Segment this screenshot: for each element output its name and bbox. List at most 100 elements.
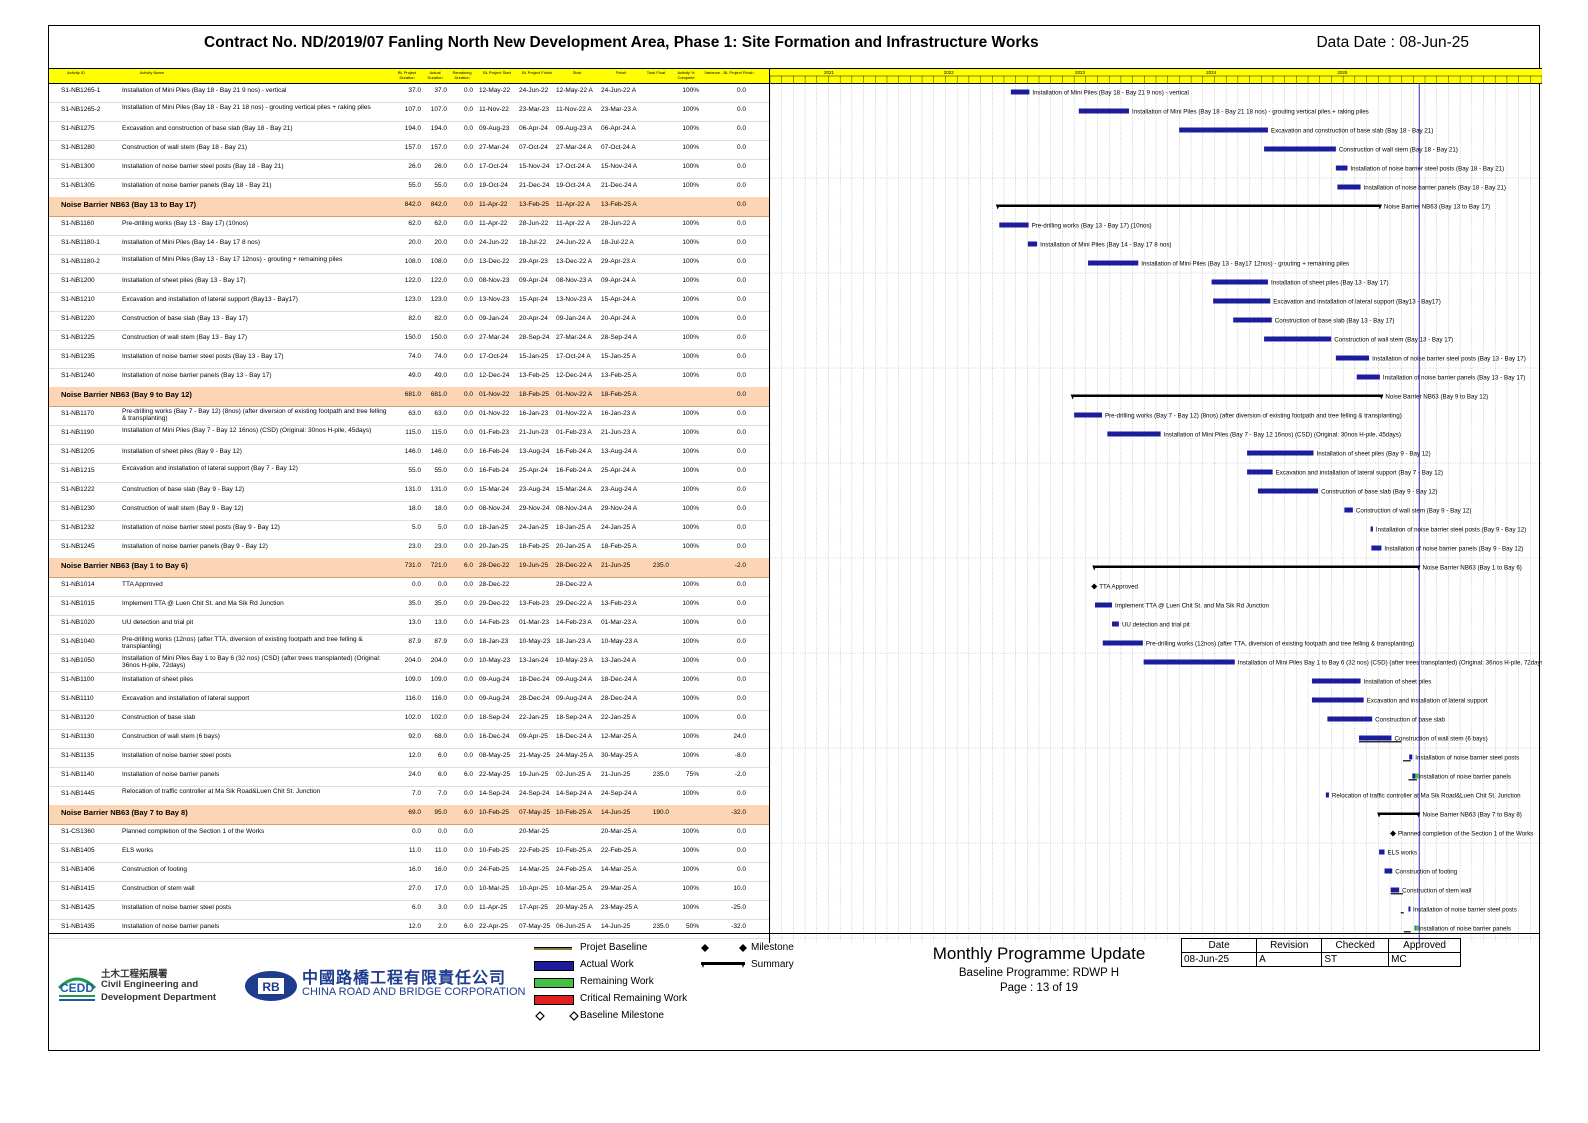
rev-revision: A [1256,952,1323,967]
cell-id: S1-NB1050 [61,657,95,664]
cell-id: S1-NB1222 [61,486,95,493]
cell-rd: 0.0 [463,144,473,151]
cell-vf: 0.0 [736,277,746,284]
cell-st: 13-Dec-22 A [556,258,593,265]
cell-rd: 0.0 [463,828,473,835]
cell-ad: 55.0 [434,182,447,189]
cell-bf: 28-Dec-24 [519,695,550,702]
actual-work-bar [1233,317,1272,323]
cell-st: 02-Jun-25 A [556,771,592,778]
cell-id: S1-NB1014 [61,581,95,588]
cell-st: 13-Nov-23 A [556,296,593,303]
bar-label: Installation of Mini Piles (Bay 7 - Bay … [1164,432,1401,439]
cell-pc: 100% [682,239,699,246]
baseline-bar [1400,912,1404,914]
cell-od: 5.0 [411,524,421,531]
col-bl-finish: BL Project Finish [521,70,553,75]
cell-bs: 28-Dec-22 [479,581,510,588]
cell-fi: 20-Mar-25 A [601,828,637,835]
cell-od: 12.0 [408,752,421,759]
actual-work-bar [1337,184,1361,190]
cell-ad: 108.0 [430,258,447,265]
cell-rd: 0.0 [463,201,473,208]
cell-bf: 24-Sep-24 [519,790,550,797]
cell-pc: 50% [685,923,699,930]
bar-label: Construction of wall stem (Bay 18 - Bay … [1339,147,1458,154]
table-row: S1-NB1232 Installation of noise barrier s… [49,520,769,540]
cell-bf: 15-Apr-24 [519,296,548,303]
cell-id: S1-NB1225 [61,334,95,341]
actual-work-bar [999,222,1029,228]
cell-ad: 13.0 [434,619,447,626]
cell-fi: 24-Sep-24 A [601,790,638,797]
cell-name: Construction of wall stem (Bay 9 - Bay 1… [122,505,244,512]
cell-bf: 18-Feb-25 [519,543,549,550]
cell-od: 74.0 [408,353,421,360]
cell-id: S1-NB1210 [61,296,95,303]
cell-ad: 157.0 [430,144,447,151]
cell-bs: 20-Jan-25 [479,543,509,550]
cell-pc: 100% [682,315,699,322]
cell-rd: 0.0 [463,733,473,740]
cell-vf: 0.0 [736,220,746,227]
report-title-block: Monthly Programme Update Baseline Progra… [909,944,1169,994]
cell-bf: 01-Mar-23 [519,619,549,626]
cell-bs: 17-Oct-24 [479,353,508,360]
table-row: S1-NB1405 ELS works 11.0 11.0 0.0 10-Feb-25 22… [49,843,769,863]
cell-bf: 24-Jan-25 [519,524,549,531]
cell-bs: 08-Nov-24 [479,505,510,512]
cell-od: 82.0 [408,315,421,322]
wbs-band-row: Noise Barrier NB63 (Bay 7 to Bay 8) 69.0 9… [49,805,769,825]
table-row: S1-NB1120 Construction of base slab 102.0 1… [49,710,769,730]
cell-ad: 95.0 [434,809,447,816]
cell-bf: 18-Feb-25 [519,391,549,398]
cell-vf: 0.0 [736,714,746,721]
cell-rd: 0.0 [463,676,473,683]
cell-st: 24-Feb-25 A [556,866,592,873]
cell-name: Pre-drilling works (12nos) (after TTA, d… [122,636,363,650]
cell-fi: 13-Feb-25 A [601,201,637,208]
rev-date: 08-Jun-25 [1180,952,1258,967]
cell-pc: 100% [682,334,699,341]
table-row: S1-NB1225 Construction of wall stem (Bay … [49,330,769,350]
cell-bf: 21-May-25 [519,752,551,759]
cell-vf: 0.0 [736,619,746,626]
cell-od: 116.0 [405,695,421,702]
cell-rd: 6.0 [463,809,473,816]
cell-bf: 23-Aug-24 [519,486,550,493]
cell-bs: 11-Apr-22 [479,220,508,227]
cell-bs: 11-Nov-22 [479,106,509,113]
cell-ad: 150.0 [430,334,447,341]
cell-st: 24-May-25 A [556,752,593,759]
cell-vf: 0.0 [736,163,746,170]
cell-pc: 100% [682,828,699,835]
cell-rd: 6.0 [463,771,473,778]
rev-header-approved: Approved [1388,938,1461,953]
cell-bf: 15-Nov-24 [519,163,550,170]
actual-work-bar [1264,146,1336,152]
cell-bf: 10-Apr-25 [519,885,548,892]
cell-rd: 0.0 [463,391,473,398]
cell-pc: 100% [682,467,699,474]
cell-fi: 21-Jun-25 [601,562,631,569]
cell-st: 10-Feb-25 A [556,809,592,816]
cell-rd: 0.0 [463,163,473,170]
cell-bf: 23-Mar-23 [519,106,549,113]
cell-od: 55.0 [408,182,421,189]
cell-st: 24-Jun-22 A [556,239,592,246]
cell-bs: 16-Dec-24 [479,733,510,740]
table-row: S1-NB1130 Construction of wall stem (6 ba… [49,729,769,749]
cell-bs: 14-Sep-24 [479,790,510,797]
cell-pc: 100% [682,258,699,265]
cell-bf: 13-Feb-23 [519,600,549,607]
cell-rd: 0.0 [463,334,473,341]
cell-rd: 0.0 [463,429,473,436]
cell-vf: 0.0 [736,467,746,474]
bar-label: Relocation of traffic controller at Ma S… [1332,793,1521,800]
cell-rd: 0.0 [463,467,473,474]
svg-text:RB: RB [262,980,280,994]
cell-rd: 0.0 [463,106,473,113]
cell-vf: 0.0 [736,581,746,588]
cell-pc: 100% [682,695,699,702]
actual-work-bar [1095,602,1112,608]
